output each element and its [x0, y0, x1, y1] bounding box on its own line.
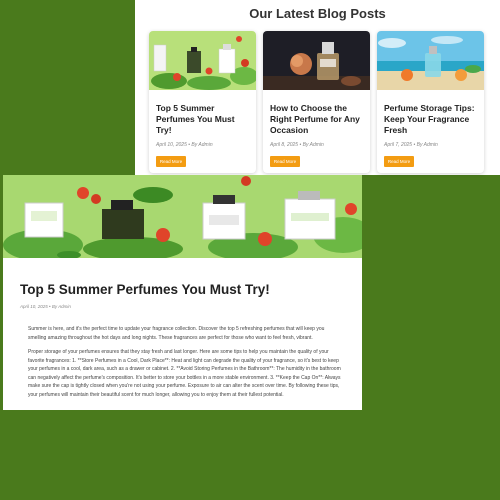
read-more-button[interactable]: Read More — [156, 156, 186, 167]
card-meta: April 8, 2025 • By Admin — [270, 142, 324, 148]
read-more-button[interactable]: Read More — [384, 156, 414, 167]
card-title[interactable]: Perfume Storage Tips: Keep Your Fragranc… — [384, 103, 479, 136]
blog-card[interactable]: Perfume Storage Tips: Keep Your Fragranc… — [377, 31, 484, 173]
blog-card[interactable]: How to Choose the Right Perfume for Any … — [263, 31, 370, 173]
article-meta: April 10, 2025 • By Admin — [20, 304, 71, 309]
read-more-button[interactable]: Read More — [270, 156, 300, 167]
card-image[interactable] — [149, 31, 256, 90]
article-hero-image — [3, 175, 362, 258]
article-view: Top 5 Summer Perfumes You Must Try! Apri… — [3, 175, 362, 410]
card-image[interactable] — [263, 31, 370, 90]
blog-card[interactable]: Top 5 Summer Perfumes You Must Try! Apri… — [149, 31, 256, 173]
section-title: Our Latest Blog Posts — [249, 6, 386, 21]
card-image[interactable] — [377, 31, 484, 90]
article-intro-paragraph: Summer is here, and it's the perfect tim… — [28, 326, 325, 341]
card-title[interactable]: How to Choose the Right Perfume for Any … — [270, 103, 365, 136]
card-meta: April 10, 2025 • By Admin — [156, 142, 213, 148]
article-body-paragraph: Proper storage of your perfumes ensures … — [28, 349, 341, 398]
blog-posts-section: Our Latest Blog Posts Top 5 Summer Perfu… — [135, 0, 500, 175]
card-meta: April 7, 2025 • By Admin — [384, 142, 438, 148]
article-title: Top 5 Summer Perfumes You Must Try! — [20, 282, 270, 297]
card-title[interactable]: Top 5 Summer Perfumes You Must Try! — [156, 103, 251, 136]
